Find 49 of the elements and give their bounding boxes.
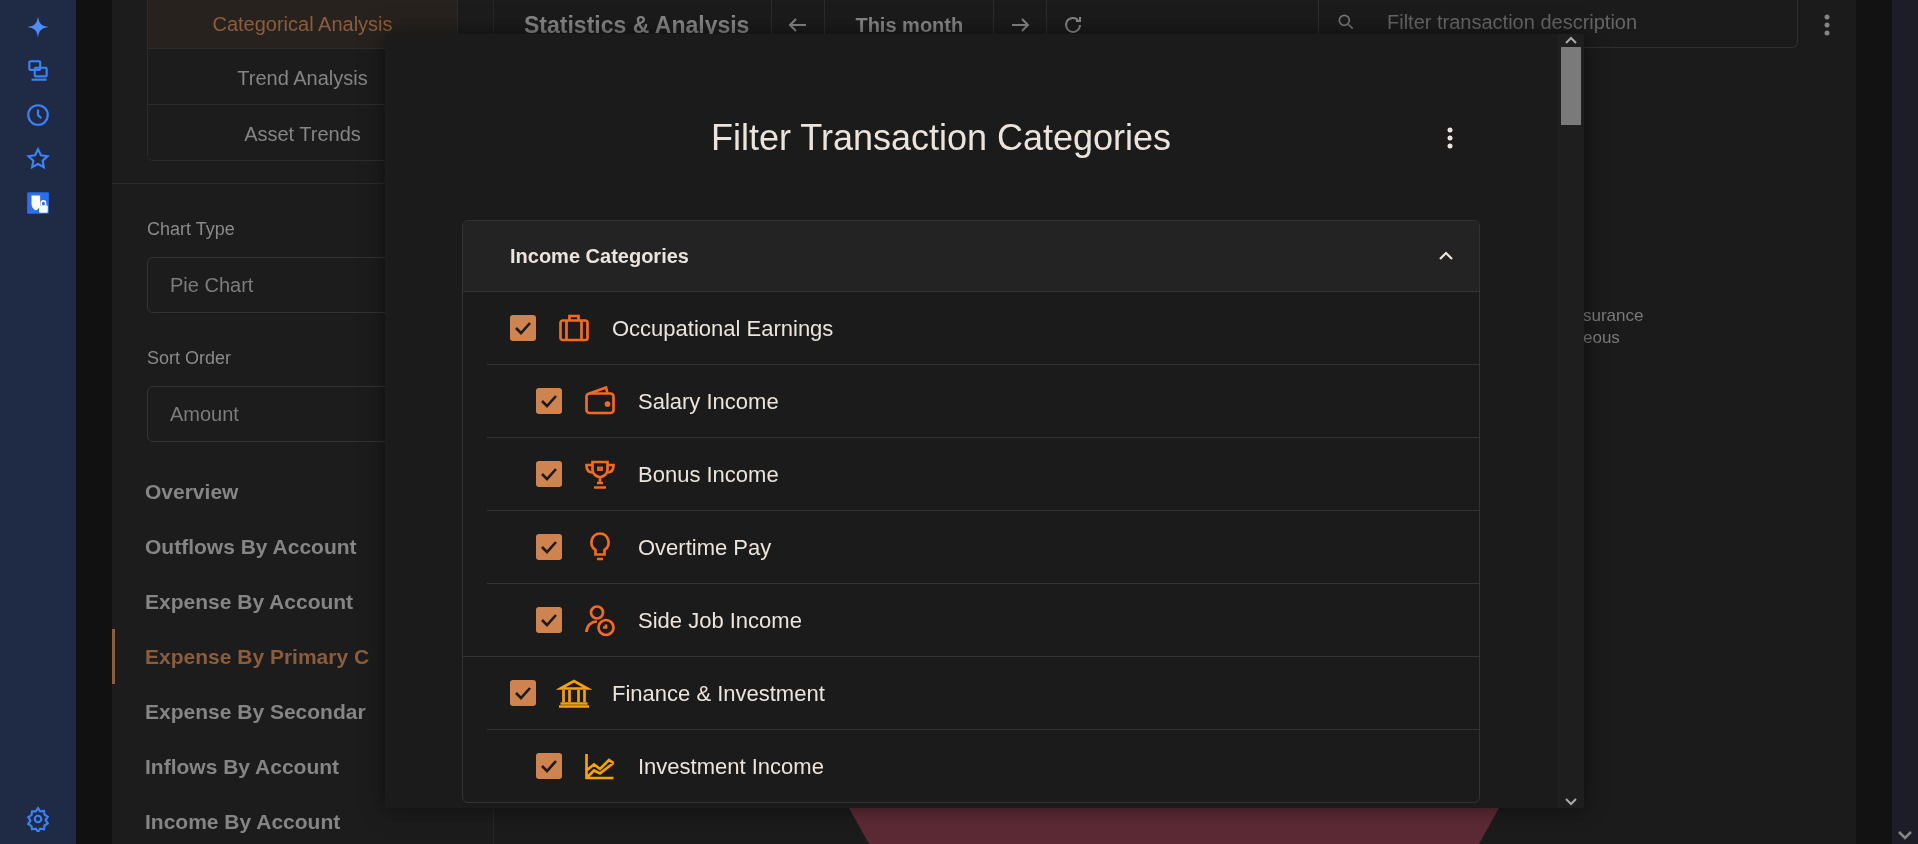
- category-row[interactable]: Bonus Income: [487, 437, 1479, 510]
- star-icon[interactable]: [25, 146, 51, 172]
- scroll-down-icon[interactable]: [1564, 797, 1577, 806]
- category-name: Side Job Income: [638, 606, 802, 635]
- scrollbar-thumb[interactable]: [1560, 47, 1581, 125]
- checkbox[interactable]: [536, 534, 562, 560]
- search-field[interactable]: Filter transaction description: [1318, 0, 1798, 48]
- checkbox[interactable]: [510, 315, 536, 341]
- check-icon: [540, 613, 558, 627]
- scroll-up-icon[interactable]: [1564, 36, 1577, 45]
- analysis-tab[interactable]: Categorical Analysis: [148, 0, 457, 48]
- category-name: Finance & Investment: [612, 679, 825, 708]
- category-row[interactable]: Overtime Pay: [487, 510, 1479, 583]
- check-icon: [514, 321, 532, 335]
- category-row[interactable]: Side Job Income: [487, 583, 1479, 656]
- category-row[interactable]: Salary Income: [487, 364, 1479, 437]
- shield-lock-icon[interactable]: [25, 190, 51, 216]
- legend-label: eous: [1583, 327, 1621, 349]
- checkbox[interactable]: [510, 680, 536, 706]
- scroll-down-icon[interactable]: [1898, 830, 1912, 840]
- category-name: Salary Income: [638, 387, 779, 416]
- category-row[interactable]: Finance & Investment: [463, 656, 1479, 729]
- field-label: Chart Type: [147, 218, 236, 241]
- accordion-header[interactable]: Income Categories: [463, 221, 1479, 291]
- category-name: Occupational Earnings: [612, 314, 834, 343]
- category-name: Overtime Pay: [638, 533, 772, 562]
- checkbox[interactable]: [536, 753, 562, 779]
- search-icon: [1336, 12, 1356, 32]
- category-name: Investment Income: [638, 752, 824, 781]
- period-button[interactable]: This month: [825, 0, 994, 50]
- checkbox[interactable]: [536, 607, 562, 633]
- settings-icon[interactable]: [25, 806, 51, 832]
- category-name: Bonus Income: [638, 460, 779, 489]
- checkbox[interactable]: [536, 388, 562, 414]
- clock-icon[interactable]: [25, 102, 51, 128]
- checkbox[interactable]: [536, 461, 562, 487]
- computer-icon[interactable]: [25, 58, 51, 84]
- check-icon: [540, 759, 558, 773]
- category-row[interactable]: Investment Income: [487, 729, 1479, 802]
- dialog-title: Filter Transaction Categories: [709, 116, 1173, 160]
- chevron-up-icon: [1438, 251, 1454, 261]
- check-icon: [540, 394, 558, 408]
- category-row[interactable]: Occupational Earnings: [463, 291, 1479, 364]
- check-icon: [514, 686, 532, 700]
- legend-label: surance: [1583, 305, 1645, 327]
- check-icon: [540, 467, 558, 481]
- page-title: Statistics & Analysis: [523, 10, 751, 40]
- field-label: Sort Order: [147, 347, 233, 370]
- check-icon: [540, 540, 558, 554]
